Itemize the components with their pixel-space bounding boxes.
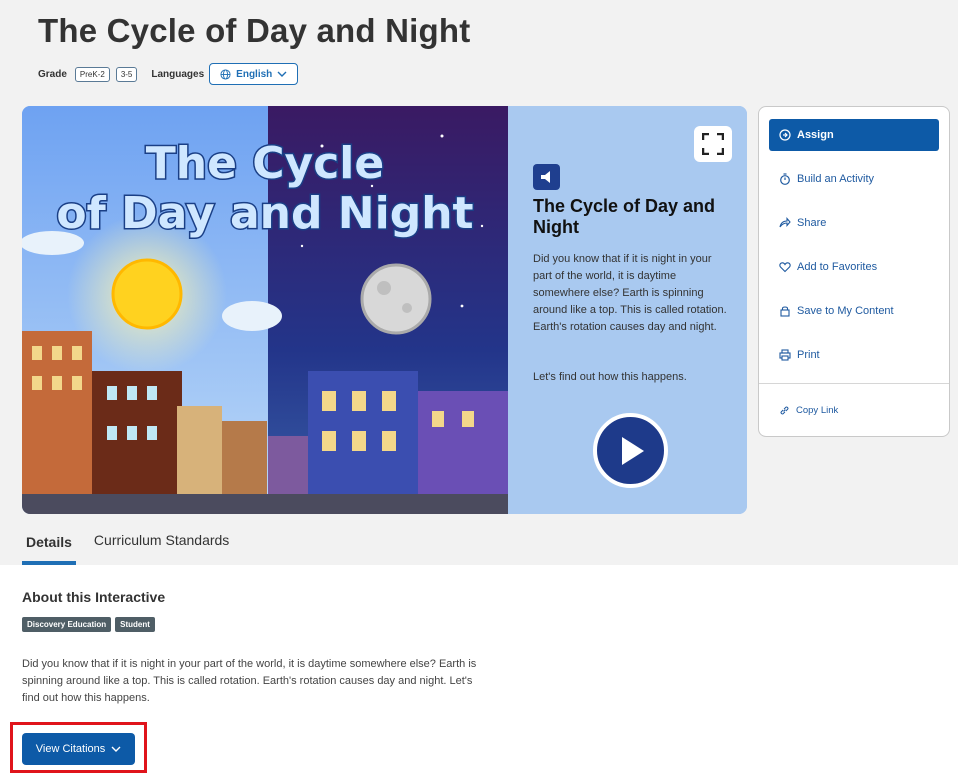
speaker-icon	[540, 171, 550, 183]
stopwatch-icon	[780, 173, 790, 185]
play-icon	[621, 436, 644, 465]
fullscreen-button[interactable]	[694, 126, 732, 162]
heart-icon	[779, 262, 791, 273]
favorites-label: Add to Favorites	[797, 261, 878, 273]
play-button[interactable]	[593, 413, 668, 488]
grade-pill-3-5[interactable]: 3-5	[115, 66, 138, 82]
panel-cta-text: Let's find out how this happens.	[533, 371, 687, 383]
print-label: Print	[797, 349, 820, 361]
panel-title: The Cycle of Day and Night	[533, 196, 716, 237]
language-select[interactable]: English	[209, 63, 299, 85]
add-to-favorites-action[interactable]: Add to Favorites	[779, 257, 877, 277]
share-action[interactable]: Share	[779, 213, 826, 233]
grade-pill-prek-2[interactable]: PreK-2	[74, 66, 110, 82]
panel-description: Did you know that if it is night in your…	[533, 253, 727, 333]
hero-artwork[interactable]: The Cycle of Day and Night	[22, 106, 508, 514]
save-label: Save to My Content	[797, 305, 894, 317]
tag-discovery-education: Discovery Education	[22, 617, 112, 632]
expand-icon	[702, 133, 724, 155]
print-icon	[779, 349, 791, 361]
languages-label: Languages	[151, 68, 205, 80]
tab-details-label: Details	[26, 534, 72, 550]
read-aloud-button[interactable]	[533, 164, 560, 190]
page-title: The Cycle of Day and Night	[38, 12, 471, 49]
tab-curriculum-standards[interactable]: Curriculum Standards	[90, 528, 233, 565]
tab-details[interactable]: Details	[22, 528, 76, 565]
chevron-down-icon	[277, 71, 287, 77]
action-card: Assign Build an Activity Share Add to Fa…	[758, 106, 950, 437]
art-title-line1: The Cycle	[146, 138, 384, 189]
action-divider	[759, 383, 949, 384]
grade-label: Grade	[38, 68, 67, 80]
share-icon	[779, 217, 791, 228]
art-title-line2: of Day and Night	[56, 188, 473, 239]
about-description: Did you know that if it is night in your…	[22, 658, 477, 704]
hero-info-panel: The Cycle of Day and Night Did you know …	[508, 106, 747, 514]
assign-label: Assign	[797, 129, 834, 141]
tab-curriculum-standards-label: Curriculum Standards	[93, 532, 230, 548]
hero-media: The Cycle of Day and Night The Cycle of …	[22, 106, 747, 514]
share-label: Share	[797, 217, 827, 229]
save-to-my-content-action[interactable]: Save to My Content	[779, 301, 894, 321]
about-title: About this Interactive	[22, 589, 166, 605]
build-activity-action[interactable]: Build an Activity	[779, 169, 874, 189]
arrow-circle-icon	[779, 129, 791, 141]
tag-row: Discovery Education Student	[22, 617, 155, 632]
lock-icon	[780, 306, 790, 317]
content-tabs: Details Curriculum Standards	[22, 528, 233, 565]
copy-link-action[interactable]: Copy Link	[779, 400, 838, 420]
language-selected-value: English	[236, 68, 273, 80]
globe-icon	[220, 68, 231, 80]
highlight-box	[10, 722, 147, 773]
print-action[interactable]: Print	[779, 345, 820, 365]
build-activity-label: Build an Activity	[797, 173, 875, 185]
copy-link-label: Copy Link	[796, 404, 839, 416]
tag-student: Student	[115, 617, 155, 632]
meta-row: Grade PreK-2 3-5 Languages English	[38, 63, 299, 85]
assign-button[interactable]: Assign	[769, 119, 939, 151]
link-icon	[780, 406, 789, 414]
